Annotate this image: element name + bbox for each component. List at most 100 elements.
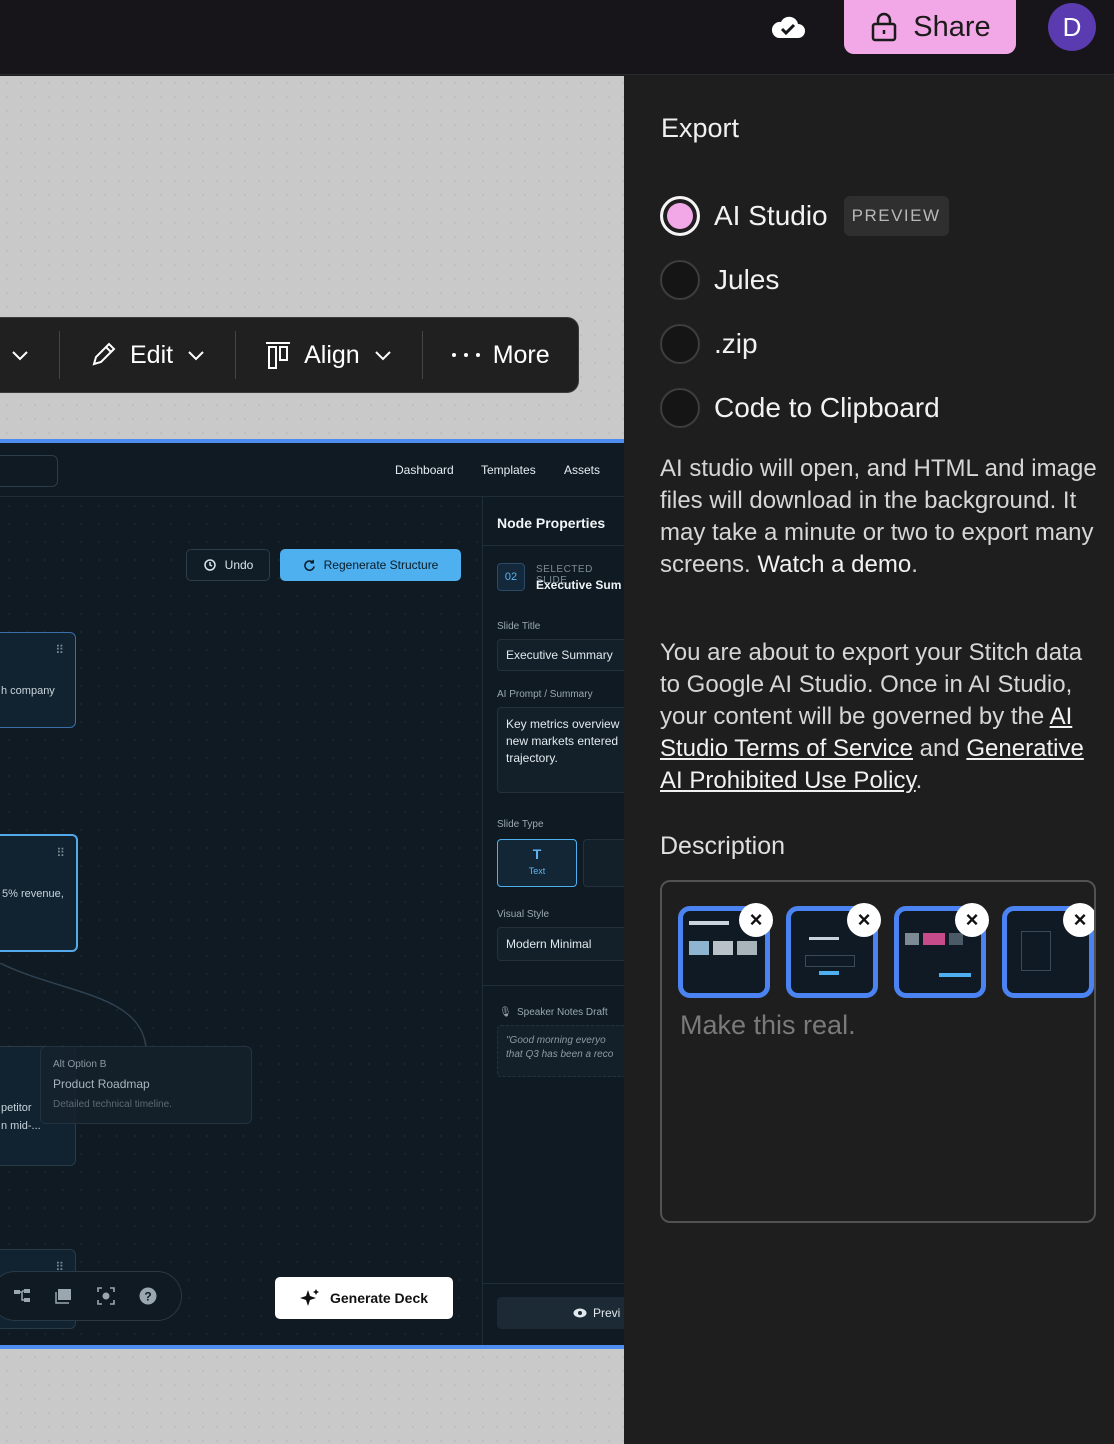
top-bar: Share D xyxy=(0,0,1114,75)
thumb-content xyxy=(939,973,971,977)
node-text: h company xyxy=(1,685,55,697)
floating-toolbar: Edit Align More xyxy=(0,317,579,393)
slide-title-label: Slide Title xyxy=(497,621,541,632)
drag-handle-icon[interactable]: ⠿ xyxy=(56,846,65,860)
ai-prompt-line: Key metrics overview xyxy=(506,717,620,731)
regenerate-structure-button[interactable]: Regenerate Structure xyxy=(280,549,461,581)
divider xyxy=(483,985,624,986)
export-info-text: AI studio will open, and HTML and image … xyxy=(660,455,1097,578)
layers-icon[interactable] xyxy=(55,1287,73,1305)
node-text: petitor xyxy=(1,1102,32,1114)
sparkle-icon xyxy=(299,1289,319,1306)
slide-node[interactable]: ⠿ h company xyxy=(0,632,76,728)
thumb-content xyxy=(689,921,729,925)
frame-nav-templates[interactable]: Templates xyxy=(481,463,536,477)
export-notice-text: You are about to export your Stitch data… xyxy=(660,639,1084,794)
frame-header: Dashboard Templates Assets xyxy=(0,443,624,497)
align-menu[interactable]: Align xyxy=(236,331,423,379)
divider xyxy=(483,1283,624,1284)
speaker-notes-label: Speaker Notes Draft xyxy=(517,1007,608,1018)
watch-demo-link[interactable]: Watch a demo xyxy=(757,551,911,578)
speaker-notes-line: "Good morning everyo xyxy=(506,1035,606,1046)
thumb-content xyxy=(809,937,839,940)
ai-prompt-textarea[interactable]: Key metrics overview new markets entered… xyxy=(497,707,624,793)
radio-button-selected[interactable] xyxy=(660,196,700,236)
thumb-content xyxy=(689,941,709,955)
preview-button[interactable]: Previ xyxy=(497,1297,624,1329)
preview-badge: PREVIEW xyxy=(843,196,949,236)
chevron-down-icon xyxy=(188,351,204,361)
ai-prompt-line: new markets entered xyxy=(506,734,619,748)
pencil-icon xyxy=(92,342,116,366)
generate-deck-button[interactable]: Generate Deck xyxy=(275,1277,453,1319)
slide-type-label: Slide Type xyxy=(497,819,544,830)
canvas-tools: ? xyxy=(0,1271,182,1321)
align-label: Align xyxy=(304,340,360,369)
chevron-down-icon xyxy=(12,351,28,361)
toolbar-collapsed-dropdown[interactable] xyxy=(0,331,60,379)
node-text: n mid-... xyxy=(1,1120,41,1132)
thumb-content xyxy=(905,933,919,945)
export-option-zip[interactable]: .zip xyxy=(660,324,758,364)
chart-type-icon: ▮ xyxy=(584,846,624,860)
radio-button[interactable] xyxy=(660,388,700,428)
thumb-content xyxy=(805,955,855,967)
option-label: .zip xyxy=(714,328,758,359)
focus-icon[interactable] xyxy=(97,1287,115,1305)
edit-menu[interactable]: Edit xyxy=(60,331,237,379)
hierarchy-icon[interactable] xyxy=(13,1287,31,1305)
design-canvas[interactable]: Edit Align More Dashboard Templates Asse… xyxy=(0,76,624,1444)
frame-nav-assets[interactable]: Assets xyxy=(564,463,600,477)
thumb-content xyxy=(737,941,757,955)
thumb-content xyxy=(1021,931,1051,971)
description-placeholder: Make this real. xyxy=(680,1010,856,1040)
frame-search-input[interactable] xyxy=(0,455,58,487)
history-icon xyxy=(203,559,216,571)
lock-icon xyxy=(872,12,897,42)
speaker-notes-textarea[interactable]: "Good morning everyo that Q3 has been a … xyxy=(497,1025,624,1077)
visual-style-select[interactable]: Modern Minimal xyxy=(497,927,624,961)
text-type-label: Text xyxy=(528,866,546,876)
frame-nav-dashboard[interactable]: Dashboard xyxy=(395,463,454,477)
node-properties-panel: Node Properties 02 SELECTED SLIDE Execut… xyxy=(482,497,624,1345)
align-top-icon xyxy=(266,342,291,369)
chevron-down-icon xyxy=(374,351,391,361)
thumb-content xyxy=(713,941,733,955)
remove-thumbnail-icon[interactable]: × xyxy=(1063,903,1094,937)
help-icon[interactable]: ? xyxy=(139,1287,157,1305)
remove-thumbnail-icon[interactable]: × xyxy=(955,903,989,937)
ai-prompt-line: trajectory. xyxy=(506,751,558,765)
visual-style-label: Visual Style xyxy=(497,909,550,920)
thumb-content xyxy=(819,971,839,975)
remove-thumbnail-icon[interactable]: × xyxy=(847,903,881,937)
share-button[interactable]: Share xyxy=(844,0,1016,54)
radio-button[interactable] xyxy=(660,324,700,364)
properties-title: Node Properties xyxy=(497,515,606,531)
export-option-ai-studio[interactable]: AI Studio PREVIEW xyxy=(660,196,949,236)
refresh-icon xyxy=(303,559,315,571)
connector-line xyxy=(0,963,147,1048)
option-label: Jules xyxy=(714,264,780,295)
share-label: Share xyxy=(913,10,991,43)
slide-node-selected[interactable]: ⠿ 5% revenue, xyxy=(0,834,78,952)
slide-title-input[interactable]: Executive Summary xyxy=(497,639,624,671)
undo-button[interactable]: Undo xyxy=(186,549,270,581)
slide-number-badge: 02 xyxy=(497,563,525,591)
slide-type-text-option[interactable]: T Text xyxy=(497,839,577,887)
option-label: Code to Clipboard xyxy=(714,392,940,423)
ai-prompt-label: AI Prompt / Summary xyxy=(497,689,593,700)
radio-button[interactable] xyxy=(660,260,700,300)
remove-thumbnail-icon[interactable]: × xyxy=(739,903,773,937)
slide-type-chart-option[interactable]: ▮ Ch xyxy=(583,839,624,887)
divider xyxy=(483,545,624,546)
export-option-jules[interactable]: Jules xyxy=(660,260,779,300)
screen-preview-frame[interactable]: Dashboard Templates Assets Undo Regenera… xyxy=(0,439,624,1349)
regenerate-label: Regenerate Structure xyxy=(323,558,439,572)
export-option-clipboard[interactable]: Code to Clipboard xyxy=(660,388,940,428)
avatar[interactable]: D xyxy=(1048,3,1096,51)
description-input[interactable]: × × × × Make this real. xyxy=(660,880,1096,1223)
alt-option-title: Product Roadmap xyxy=(53,1077,150,1091)
alt-option-node[interactable]: Alt Option B Product Roadmap Detailed te… xyxy=(40,1046,252,1124)
more-menu[interactable]: More xyxy=(423,331,578,379)
drag-handle-icon[interactable]: ⠿ xyxy=(55,643,64,657)
